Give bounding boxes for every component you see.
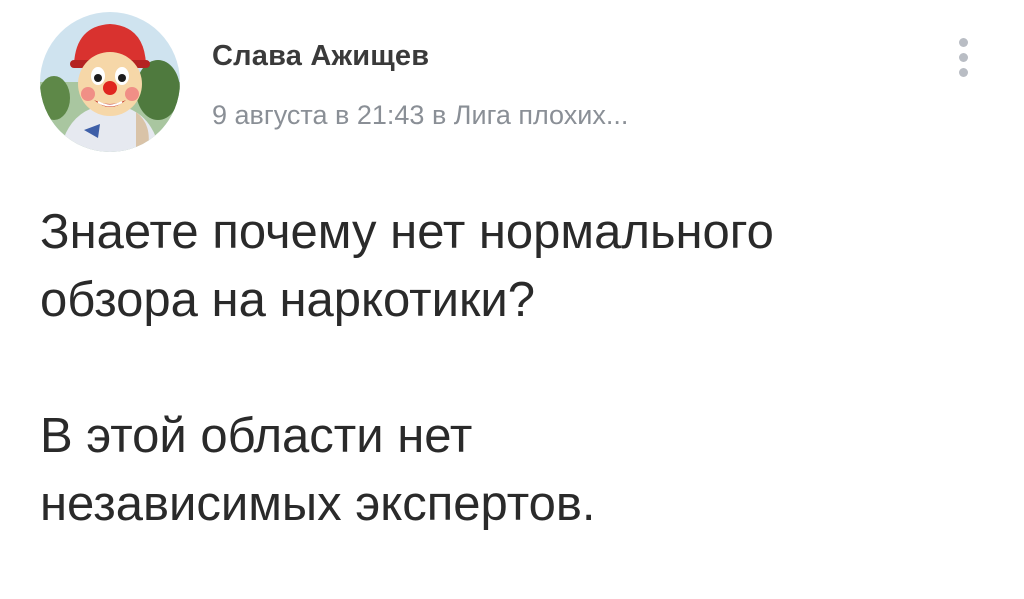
post-meta-in: в xyxy=(431,100,447,130)
post-text-line: независимых экспертов. xyxy=(40,477,596,531)
post-meta: 9 августа в 21:43 в Лига плохих... xyxy=(212,100,628,131)
post-text-line: обзора на наркотики? xyxy=(40,273,536,327)
post-paragraph: В этой области нет независимых экспертов… xyxy=(40,402,1000,538)
clown-avatar-icon xyxy=(40,12,180,152)
author-name[interactable]: Слава Ажищев xyxy=(212,40,429,73)
author-avatar[interactable] xyxy=(40,12,180,152)
post-text-line: В этой области нет xyxy=(40,409,473,463)
post-date[interactable]: 9 августа в 21:43 xyxy=(212,100,424,130)
post-paragraph: Знаете почему нет нормального обзора на … xyxy=(40,198,1000,334)
post-text: Знаете почему нет нормального обзора на … xyxy=(40,198,1000,538)
post-card: Слава Ажищев 9 августа в 21:43 в Лига пл… xyxy=(0,0,1024,599)
post-text-line: Знаете почему нет нормального xyxy=(40,205,774,259)
group-link[interactable]: Лига плохих... xyxy=(454,100,629,130)
more-options-button[interactable] xyxy=(944,30,984,86)
